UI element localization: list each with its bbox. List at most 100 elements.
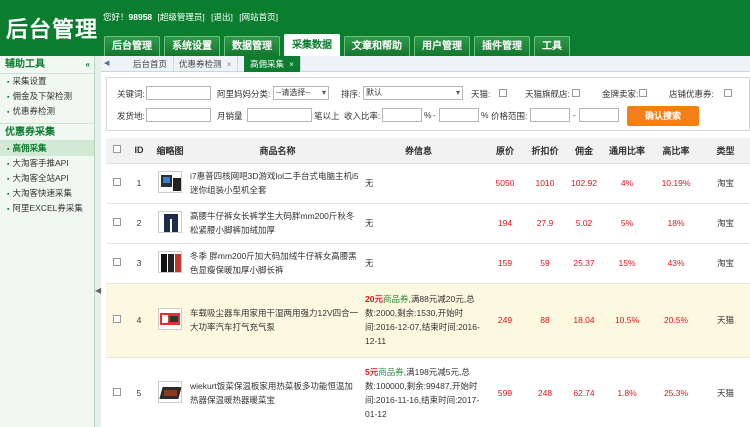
product-thumbnail[interactable]: [158, 381, 182, 403]
nav-collect[interactable]: 采集数据: [284, 34, 340, 56]
row-id: 4: [128, 283, 150, 358]
row-checkbox[interactable]: [113, 388, 121, 396]
price-range-label: 价格范围:: [491, 111, 528, 121]
column-header[interactable]: 折扣价: [525, 138, 565, 164]
tab-high-commission[interactable]: 高佣采集 ×: [244, 56, 301, 72]
product-name[interactable]: wiekurt饭菜保温板家用热菜板多功能恒温加热器保温暖热器暖菜宝: [190, 357, 365, 427]
tmall-checkbox[interactable]: [499, 89, 507, 97]
nav-articles[interactable]: 文章和帮助: [344, 36, 410, 56]
tmall-flagship-label: 天猫旗舰店:: [525, 89, 570, 99]
product-thumbnail[interactable]: [158, 251, 182, 273]
gold-seller-checkbox[interactable]: [639, 89, 647, 97]
table-row[interactable]: 5 wiekurt饭菜保温板家用热菜板多功能恒温加热器保温暖热器暖菜宝 5元商品…: [106, 357, 750, 427]
tab-label: 后台首页: [133, 59, 168, 69]
column-header[interactable]: ID: [128, 138, 150, 164]
category-select[interactable]: --请选择--: [273, 86, 329, 100]
sort-select[interactable]: 默认: [363, 86, 463, 100]
close-icon[interactable]: ×: [289, 59, 294, 69]
coupon-amount: 5元: [365, 367, 379, 377]
table-row[interactable]: 2 高腰牛仔裤女长裤学生大码胖mm200斤秋冬松紧腰小脚裤加绒加厚 无 194 …: [106, 203, 750, 244]
sidebar-item-commission-check[interactable]: 佣金及下架检测: [0, 89, 94, 104]
row-checkbox[interactable]: [113, 178, 121, 186]
sidebar-section-coupon-collect[interactable]: 优惠券采集: [0, 123, 94, 141]
main-nav: 后台管理 系统设置 数据管理 采集数据 文章和帮助 用户管理 插件管理 工具: [104, 34, 574, 56]
product-name[interactable]: 车载吸尘器车用家用干湿两用强力12V四合一大功率汽车打气充气泵: [190, 283, 365, 358]
sidebar-item-dtk-manual-api[interactable]: 大淘客手推API: [0, 156, 94, 171]
site-home-link[interactable]: [网站首页]: [239, 12, 278, 22]
column-header: 商品名称: [190, 138, 365, 164]
commission: 5.02: [565, 203, 603, 244]
tab-scroll-left-icon[interactable]: ◀: [104, 59, 109, 67]
search-button[interactable]: 确认搜索: [627, 106, 699, 126]
product-table: ID 缩略图 商品名称 券信息 原价 折扣价 佣金 通用比率 高比率 类型 1 …: [106, 138, 750, 427]
row-checkbox[interactable]: [113, 315, 121, 323]
table-row[interactable]: 3 冬季 胖mm200斤加大码加绒牛仔裤女高腰黑色显瘦保暖加厚小脚长裤 无 15…: [106, 243, 750, 284]
general-rate: 4%: [603, 163, 651, 204]
original-price: 159: [485, 243, 525, 284]
column-header[interactable]: 通用比率: [603, 138, 651, 164]
high-rate: 10.19%: [651, 163, 701, 204]
nav-users[interactable]: 用户管理: [414, 36, 470, 56]
ship-from-input[interactable]: [146, 108, 211, 122]
nav-plugins[interactable]: 插件管理: [474, 36, 530, 56]
row-checkbox[interactable]: [113, 258, 121, 266]
product-name[interactable]: 冬季 胖mm200斤加大码加绒牛仔裤女高腰黑色显瘦保暖加厚小脚长裤: [190, 243, 365, 284]
product-name[interactable]: 高腰牛仔裤女长裤学生大码胖mm200斤秋冬松紧腰小脚裤加绒加厚: [190, 203, 365, 244]
column-header[interactable]: 原价: [485, 138, 525, 164]
tmall-flagship-checkbox[interactable]: [572, 89, 580, 97]
table-row[interactable]: 4 车载吸尘器车用家用干湿两用强力12V四合一大功率汽车打气充气泵 20元商品券…: [106, 283, 750, 358]
original-price: 599: [485, 357, 525, 427]
select-all-header[interactable]: [106, 138, 128, 164]
user-id: 98958: [128, 12, 153, 22]
page-tab-bar: ◀ 后台首页 优惠券检测 × 高佣采集 ×: [101, 56, 750, 72]
product-thumbnail[interactable]: [158, 308, 182, 330]
table-header-row: ID 缩略图 商品名称 券信息 原价 折扣价 佣金 通用比率 高比率 类型: [106, 138, 750, 164]
shop-type: 淘宝: [701, 203, 750, 244]
column-header: 类型: [701, 138, 750, 164]
row-id: 3: [128, 243, 150, 284]
sidebar-item-coupon-check[interactable]: 优惠券检测: [0, 104, 94, 119]
shop-coupon-checkbox[interactable]: [724, 89, 732, 97]
product-thumbnail[interactable]: [158, 171, 182, 193]
nav-data[interactable]: 数据管理: [224, 36, 280, 56]
tab-coupon-check[interactable]: 优惠券检测 ×: [173, 56, 239, 72]
price-max-input[interactable]: [579, 108, 619, 122]
collapse-icon[interactable]: «: [86, 56, 90, 74]
tab-home[interactable]: 后台首页: [127, 56, 175, 72]
nav-admin[interactable]: 后台管理: [104, 36, 160, 56]
app-logo: 后台管理: [6, 17, 99, 42]
price-min-input[interactable]: [530, 108, 570, 122]
column-header[interactable]: 佣金: [565, 138, 603, 164]
close-icon[interactable]: ×: [227, 59, 232, 69]
sidebar-section-tools[interactable]: 辅助工具 «: [0, 56, 94, 74]
tmall-label: 天猫:: [471, 89, 491, 99]
commission: 102.92: [565, 163, 603, 204]
row-checkbox[interactable]: [113, 218, 121, 226]
shop-type: 淘宝: [701, 163, 750, 204]
column-header[interactable]: 高比率: [651, 138, 701, 164]
percent-sign: %: [481, 110, 489, 120]
discount-price: 248: [525, 357, 565, 427]
sidebar-item-high-commission[interactable]: 高佣采集: [0, 141, 94, 156]
nav-settings[interactable]: 系统设置: [164, 36, 220, 56]
commission-min-input[interactable]: [382, 108, 422, 122]
select-all-checkbox[interactable]: [113, 145, 121, 154]
nav-tools[interactable]: 工具: [534, 36, 570, 56]
product-thumbnail[interactable]: [158, 211, 182, 233]
sidebar-item-dtk-site-api[interactable]: 大淘客全站API: [0, 171, 94, 186]
logout-link[interactable]: [退出]: [211, 12, 233, 22]
discount-price: 27.9: [525, 203, 565, 244]
high-rate: 25.3%: [651, 357, 701, 427]
sidebar-item-ali-excel[interactable]: 阿里EXCEL券采集: [0, 201, 94, 216]
column-header: 缩略图: [150, 138, 190, 164]
gold-seller-label: 金牌卖家:: [602, 89, 639, 99]
keyword-input[interactable]: [146, 86, 211, 100]
table-row[interactable]: 1 i7惠普四核网吧3D游戏lol二手台式电脑主机i5迷你组装小型机全套 无 5…: [106, 163, 750, 204]
product-name[interactable]: i7惠普四核网吧3D游戏lol二手台式电脑主机i5迷你组装小型机全套: [190, 163, 365, 204]
sidebar-item-collect-settings[interactable]: 采集设置: [0, 74, 94, 89]
commission-max-input[interactable]: [439, 108, 479, 122]
general-rate: 15%: [603, 243, 651, 284]
coupon-info: 无: [365, 243, 485, 284]
monthly-sales-input[interactable]: [247, 108, 312, 122]
sidebar-item-dtk-quick[interactable]: 大淘客快速采集: [0, 186, 94, 201]
